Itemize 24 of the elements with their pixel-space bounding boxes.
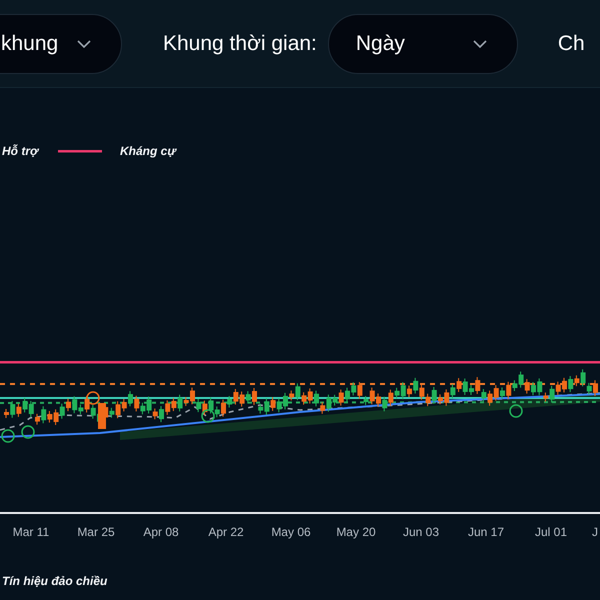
signal-marker <box>201 409 215 423</box>
timeframe-label: Khung thời gian: <box>163 30 317 57</box>
signal-marker <box>509 404 523 418</box>
legend-label: Hỗ trợ <box>2 144 38 158</box>
axis-label: May 06 <box>271 525 311 539</box>
filter-label: Ch <box>558 30 585 57</box>
axis-label: J <box>592 525 598 539</box>
chevron-down-icon <box>77 40 91 48</box>
chevron-down-icon <box>472 40 487 48</box>
axis-label: Mar 11 <box>12 525 50 539</box>
signal-marker <box>1 429 15 443</box>
axis-label: Jun 03 <box>402 525 440 539</box>
legend-label: Tín hiệu đảo chiều <box>2 574 108 588</box>
filter-dropdown[interactable]: khung <box>0 14 122 74</box>
signal-marker <box>86 391 100 405</box>
timeframe-dropdown[interactable]: Ngày <box>328 14 518 74</box>
axis-label: Mar 25 <box>77 525 115 539</box>
axis-label: Jul 01 <box>534 525 568 539</box>
axis-label: Apr 22 <box>208 525 244 539</box>
axis-label: Apr 08 <box>143 525 179 539</box>
signal-marker <box>21 425 35 439</box>
axis-label: May 20 <box>336 525 376 539</box>
legend-label: Kháng cự <box>120 144 176 158</box>
axis-label: Jun 17 <box>468 525 504 539</box>
